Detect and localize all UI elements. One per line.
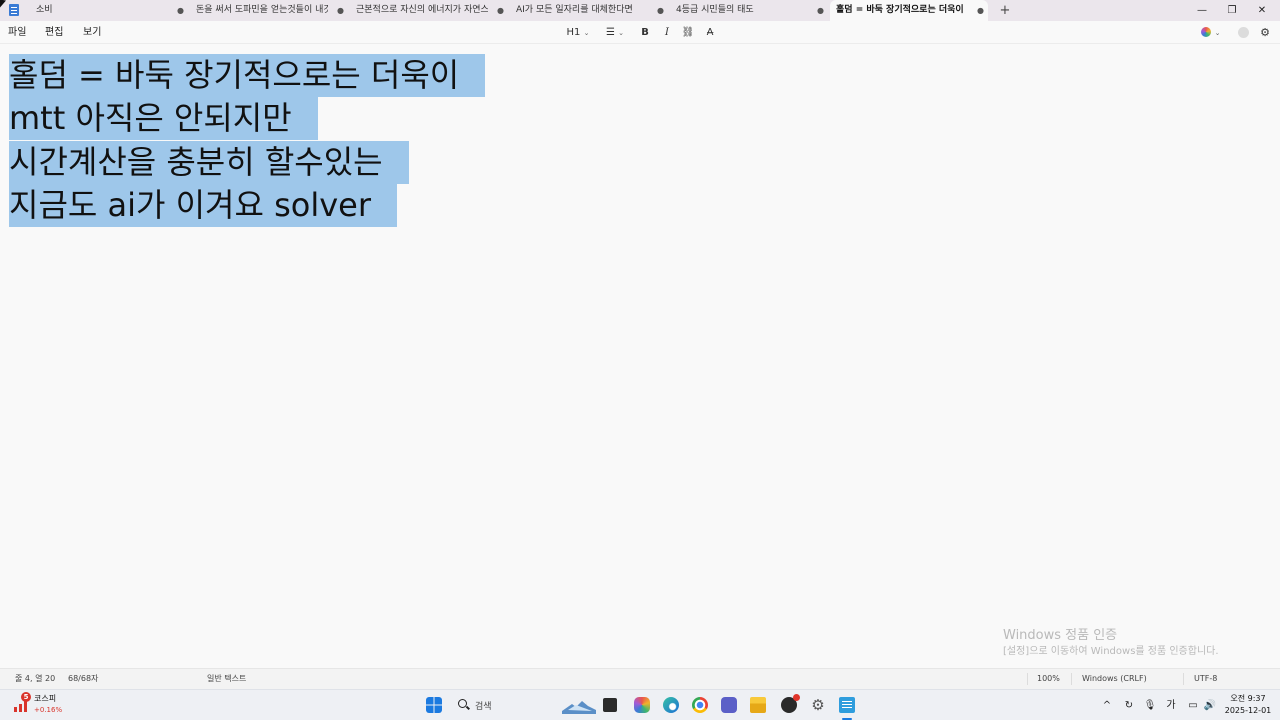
spellcheck-button[interactable]: A̶: [702, 21, 718, 44]
minimize-button[interactable]: —: [1187, 0, 1217, 21]
tab-dopamine[interactable]: 돈을 써서 도파민을 얻는것들이 내것 ●: [190, 0, 348, 21]
taskbar-search[interactable]: 검색: [452, 695, 602, 717]
chevron-down-icon: ⌄: [1214, 29, 1221, 37]
stock-change: +0.16%: [34, 706, 63, 714]
title-bar: 소비 ● 돈을 써서 도파민을 얻는것들이 내것 ● 근본적으로 자신의 에너지…: [0, 0, 1280, 21]
tab-label: 근본적으로 자신의 에너지가 자연스: [356, 5, 488, 15]
text-line[interactable]: 홀덤 = 바둑 장기적으로는 더욱이: [9, 54, 486, 97]
gear-icon: ⚙: [1260, 26, 1270, 39]
chrome-icon[interactable]: [692, 697, 708, 713]
activation-watermark-subtitle: [설정]으로 이동하여 Windows를 정품 인증합니다.: [1003, 646, 1219, 657]
close-button[interactable]: ✕: [1247, 0, 1277, 21]
tab-label: AI가 모든 일자리를 대체한다면: [516, 5, 633, 15]
ime-indicator[interactable]: 가: [1162, 690, 1180, 720]
text-line[interactable]: 시간계산을 충분히 할수있는: [9, 141, 409, 184]
text-line[interactable]: 지금도 ai가 이겨요 solver: [9, 184, 398, 227]
bold-button[interactable]: B: [638, 21, 652, 44]
encoding[interactable]: UTF-8: [1194, 669, 1217, 689]
divider: [1027, 673, 1028, 685]
file-explorer-icon[interactable]: [750, 697, 766, 713]
settings-button[interactable]: ⚙: [1258, 21, 1272, 44]
tab-citizens[interactable]: 4등급 시민들의 태도 ●: [670, 0, 828, 21]
edge-icon[interactable]: [663, 697, 679, 713]
list-icon: ☰: [605, 27, 615, 38]
status-bar: 줄 4, 열 20 68/68자 일반 텍스트 100% Windows (CR…: [0, 668, 1280, 689]
zoom-level[interactable]: 100%: [1037, 669, 1060, 689]
list-dropdown[interactable]: ☰ ⌄: [602, 21, 628, 44]
unsaved-dot-icon: ●: [817, 6, 824, 15]
divider: [1183, 673, 1184, 685]
mouse-cursor-icon: [0, 0, 6, 9]
microphone-icon[interactable]: 🎙: [1142, 690, 1158, 720]
search-placeholder: 검색: [475, 702, 492, 712]
app-icon[interactable]: [781, 694, 800, 713]
link-button[interactable]: ⛓: [680, 21, 696, 44]
tab-소비[interactable]: 소비 ●: [30, 0, 188, 21]
copilot-taskbar-icon[interactable]: [634, 697, 650, 713]
line-ending[interactable]: Windows (CRLF): [1082, 669, 1147, 689]
teams-icon[interactable]: [721, 697, 737, 713]
editor-area[interactable]: 홀덤 = 바둑 장기적으로는 더욱이 mtt 아직은 안되지만 시간계산을 충분…: [0, 45, 1280, 668]
sync-icon[interactable]: ↻: [1120, 690, 1138, 720]
text-format[interactable]: 일반 텍스트: [207, 669, 246, 689]
taskbar: 5 코스피 +0.16% 검색 ⚙ ^ ↻ 🎙 가 ▭ 🔊 오전 9:37 20…: [0, 689, 1280, 720]
tab-ai-jobs[interactable]: AI가 모든 일자리를 대체한다면 ●: [510, 0, 668, 21]
chevron-down-icon: ⌄: [618, 29, 625, 37]
link-icon: ⛓: [681, 27, 695, 38]
clock[interactable]: 오전 9:37 2025-12-01: [1222, 693, 1274, 717]
char-count: 68/68자: [68, 674, 99, 683]
tab-holdem[interactable]: 홀덤 = 바둑 장기적으로는 더욱이 ●: [830, 0, 988, 21]
volume-icon[interactable]: 🔊: [1202, 690, 1218, 720]
settings-taskbar-icon[interactable]: ⚙: [810, 697, 826, 713]
notepad-icon: [9, 4, 19, 16]
start-button[interactable]: [426, 697, 442, 713]
tab-label: 홀덤 = 바둑 장기적으로는 더욱이: [836, 5, 964, 15]
cursor-position: 줄 4, 열 20: [15, 674, 56, 683]
text-line[interactable]: mtt 아직은 안되지만: [9, 97, 318, 140]
stock-name: 코스피: [34, 694, 57, 703]
unsaved-dot-icon: ●: [337, 6, 344, 15]
network-icon[interactable]: ▭: [1185, 690, 1201, 720]
copilot-icon: [1201, 27, 1212, 37]
heading-dropdown[interactable]: H1 ⌄: [564, 21, 592, 44]
notepad-taskbar-icon[interactable]: [839, 697, 855, 713]
unsaved-dot-icon: ●: [497, 6, 504, 15]
tray-overflow-icon[interactable]: ^: [1100, 690, 1114, 720]
copilot-dropdown[interactable]: ⌄: [1197, 21, 1225, 44]
avatar-icon: [1237, 26, 1249, 38]
menu-edit[interactable]: 편집: [45, 21, 63, 44]
account-button[interactable]: [1236, 21, 1250, 44]
activation-watermark-title: Windows 정품 인증: [1003, 628, 1118, 643]
unsaved-dot-icon: ●: [177, 6, 184, 15]
tab-label: 4등급 시민들의 태도: [676, 5, 754, 15]
tab-energy[interactable]: 근본적으로 자신의 에너지가 자연스 ●: [350, 0, 508, 21]
heading-label: H1: [566, 27, 581, 38]
chevron-down-icon: ⌄: [583, 29, 590, 37]
stock-badge: 5: [21, 692, 31, 702]
clock-time: 오전 9:37: [1230, 694, 1266, 703]
menu-view[interactable]: 보기: [83, 21, 101, 44]
search-highlight-icon: [562, 701, 596, 714]
divider: [1071, 673, 1072, 685]
tab-label: 돈을 써서 도파민을 얻는것들이 내것: [196, 5, 328, 15]
unsaved-dot-icon: ●: [657, 6, 664, 15]
clock-date: 2025-12-01: [1224, 706, 1272, 715]
search-icon: [458, 699, 467, 708]
restore-button[interactable]: ❐: [1217, 0, 1247, 21]
spellcheck-icon: A̶: [706, 27, 714, 38]
menu-file[interactable]: 파일: [8, 21, 26, 44]
italic-button[interactable]: I: [660, 21, 674, 44]
menu-bar: 파일 편집 보기 H1 ⌄ ☰ ⌄ B I ⛓ A̶ ⌄ ⚙: [0, 21, 1280, 44]
tab-label: 소비: [36, 5, 53, 15]
task-view-icon[interactable]: [603, 698, 617, 712]
new-tab-button[interactable]: +: [997, 0, 1013, 21]
unsaved-dot-icon: ●: [977, 6, 984, 15]
